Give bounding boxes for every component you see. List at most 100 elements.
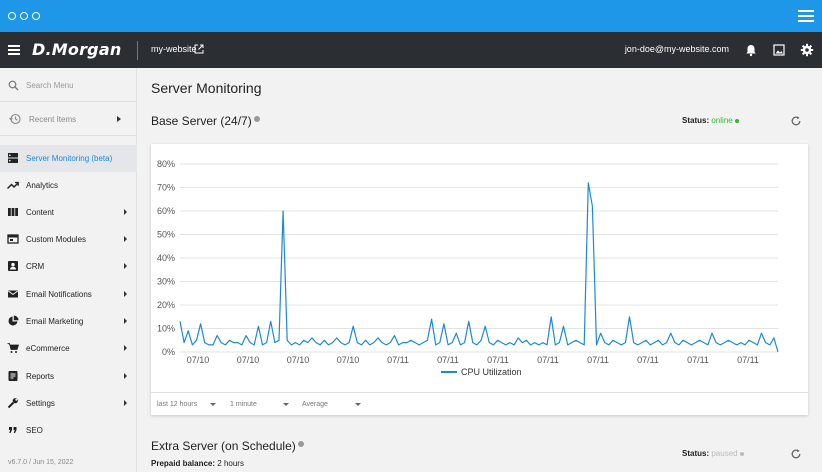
cpu-series-line: [179, 182, 779, 353]
window-dot: [32, 12, 40, 20]
sidebar-item-label: eCommerce: [26, 344, 70, 353]
main-content: Server Monitoring Base Server (24/7) Sta…: [137, 68, 822, 472]
y-tick-label: 20%: [157, 300, 175, 310]
y-tick-label: 10%: [157, 324, 175, 334]
top-nav: D.Morgan my-website jon-doe@my-website.c…: [0, 32, 822, 68]
cart-icon: [7, 343, 19, 353]
base-server-title-text: Base Server (24/7): [151, 114, 252, 128]
refresh-icon[interactable]: [790, 115, 802, 127]
divider: [137, 41, 138, 60]
x-tick-label: 07/10: [187, 355, 210, 365]
sidebar-item-label: CRM: [26, 262, 45, 271]
sidebar-search[interactable]: Search Menu: [0, 68, 137, 102]
search-icon: [8, 80, 19, 91]
contact-icon: [8, 261, 18, 271]
chevron-right-icon: [117, 116, 121, 122]
site-name[interactable]: my-website: [151, 44, 197, 54]
sidebar-item-email-notifications[interactable]: Email Notifications: [0, 281, 137, 308]
aggregate-value: Average: [302, 401, 328, 408]
status-label: Status:: [682, 116, 710, 125]
chevron-right-icon: [124, 236, 127, 242]
legend-label: CPU Utilization: [461, 367, 522, 377]
chevron-down-icon: [355, 403, 361, 406]
sidebar-item-label: Email Notifications: [26, 290, 92, 299]
y-tick-label: 50%: [157, 230, 175, 240]
x-tick-label: 07/11: [687, 355, 709, 365]
chevron-right-icon: [124, 373, 127, 379]
trend-icon: [7, 181, 19, 190]
sidebar-item-custom-modules[interactable]: Custom Modules: [0, 226, 137, 253]
interval-value: 1 minute: [230, 401, 257, 408]
sidebar-item-reports[interactable]: Reports: [0, 363, 137, 390]
info-icon[interactable]: [297, 441, 304, 447]
y-tick-label: 60%: [157, 206, 175, 216]
sidebar-item-label: Reports: [26, 372, 55, 381]
user-email[interactable]: jon-doe@my-website.com: [625, 44, 729, 54]
gear-icon[interactable]: [800, 43, 814, 57]
pie-icon: [8, 315, 19, 326]
mail-icon: [8, 290, 18, 298]
aggregate-select[interactable]: Average: [302, 401, 361, 408]
chevron-right-icon: [124, 318, 127, 324]
sidebar-item-ecommerce[interactable]: eCommerce: [0, 335, 137, 362]
image-icon[interactable]: [772, 43, 786, 57]
x-tick-label: 07/11: [487, 355, 509, 365]
chevron-down-icon: [210, 403, 216, 406]
columns-icon: [8, 208, 18, 216]
status-label: Status:: [682, 449, 710, 458]
chevron-right-icon: [124, 209, 127, 215]
prepaid-label: Prepaid balance:: [151, 459, 216, 468]
y-tick-label: 80%: [157, 159, 175, 169]
refresh-icon[interactable]: [790, 448, 802, 460]
x-tick-label: 07/11: [437, 355, 459, 365]
status-dot: [739, 451, 744, 456]
recent-items[interactable]: Recent Items: [0, 102, 137, 136]
sidebar-item-label: Email Marketing: [26, 317, 84, 326]
time-range-select[interactable]: last 12 hours: [157, 401, 216, 408]
sidebar-item-analytics[interactable]: Analytics: [0, 172, 137, 199]
hamburger-icon[interactable]: [798, 10, 814, 22]
bell-icon[interactable]: [744, 43, 758, 57]
logo[interactable]: D.Morgan: [32, 40, 121, 59]
y-tick-label: 70%: [157, 183, 175, 193]
x-tick-label: 07/11: [637, 355, 659, 365]
chevron-right-icon: [124, 263, 127, 269]
sidebar-item-label: Settings: [26, 399, 55, 408]
x-tick-label: 07/10: [287, 355, 310, 365]
base-server-title: Base Server (24/7): [151, 114, 260, 128]
x-tick-label: 07/10: [237, 355, 260, 365]
y-tick-label: 40%: [157, 253, 175, 263]
menu-icon[interactable]: [8, 45, 20, 55]
sidebar-item-email-marketing[interactable]: Email Marketing: [0, 308, 137, 335]
interval-select[interactable]: 1 minute: [230, 401, 289, 408]
base-server-status: Status: online: [682, 116, 739, 125]
sidebar: Search Menu Recent Items Server Monitori…: [0, 68, 137, 472]
sidebar-item-seo[interactable]: SEO: [0, 417, 137, 444]
chevron-right-icon: [124, 400, 127, 406]
history-icon: [9, 113, 21, 125]
extra-server-title: Extra Server (on Schedule): [151, 439, 304, 453]
sidebar-item-content[interactable]: Content: [0, 199, 137, 226]
cpu-chart: 0% 10% 20% 30% 40% 50% 60% 70% 80% 07/10 07/10 07/1…: [157, 159, 779, 377]
x-tick-label: 07/11: [587, 355, 609, 365]
sidebar-item-label: Analytics: [26, 181, 59, 190]
chevron-down-icon: [283, 403, 289, 406]
status-value: paused: [711, 449, 738, 458]
quote-icon: [9, 427, 17, 433]
extra-server-status: Status: paused: [682, 449, 744, 458]
report-icon: [8, 371, 18, 381]
sidebar-item-settings[interactable]: Settings: [0, 390, 137, 417]
sidebar-item-server-monitoring[interactable]: Server Monitoring (beta): [0, 145, 137, 172]
search-input[interactable]: Search Menu: [26, 81, 74, 90]
x-tick-label: 07/11: [737, 355, 759, 365]
recent-items-label: Recent Items: [29, 115, 77, 124]
info-icon[interactable]: [253, 116, 260, 122]
browser-bar: [0, 0, 822, 32]
wrench-icon: [7, 398, 18, 409]
server-icon: [8, 153, 18, 163]
sidebar-item-label: Content: [26, 208, 55, 217]
window-dot: [20, 12, 28, 20]
sidebar-item-crm[interactable]: CRM: [0, 253, 137, 280]
prepaid-balance: Prepaid balance: 2 hours: [151, 459, 244, 468]
external-link-icon[interactable]: [194, 44, 204, 54]
